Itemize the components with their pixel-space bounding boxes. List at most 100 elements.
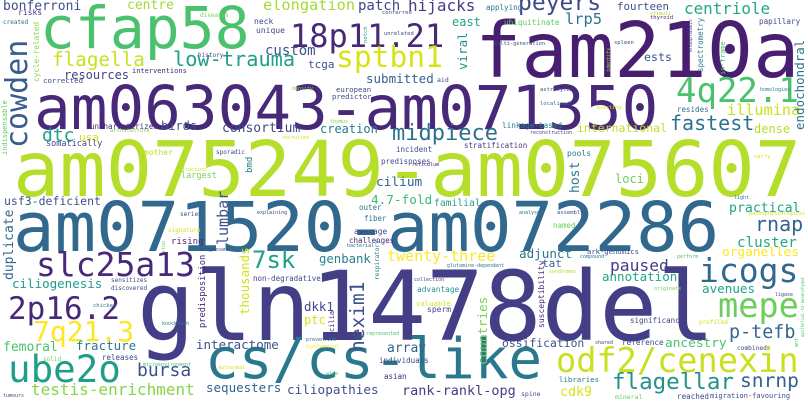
word: femoral — [3, 340, 58, 355]
word: fracture — [76, 338, 137, 354]
word: resides — [677, 104, 709, 114]
word: testis-enrichment — [31, 380, 195, 400]
word: named — [553, 220, 576, 230]
word: rnap — [755, 212, 804, 237]
word: density — [292, 85, 314, 92]
word: glutamine-dependent — [447, 262, 505, 269]
word: ptc — [304, 312, 326, 327]
word: collection — [414, 276, 445, 283]
word: unrelated — [384, 31, 414, 38]
word: pathophysiological — [749, 210, 806, 217]
word: individuals — [379, 355, 429, 365]
word: wnt — [794, 337, 800, 347]
word: ests — [644, 50, 672, 65]
word: rank-rankl-opg — [402, 382, 516, 399]
word: annotation — [602, 269, 678, 285]
word: preventive — [306, 336, 337, 343]
word: ossification — [502, 336, 585, 351]
word: combined — [737, 344, 767, 352]
word-cloud: am075249-am075607 am071520-am072286 gln147… — [0, 0, 808, 404]
word: in-frame — [719, 41, 727, 75]
word: bacterial — [347, 242, 375, 249]
word: spleen — [614, 40, 634, 47]
word: chicken — [93, 303, 117, 310]
word: asian — [384, 371, 407, 381]
word: bmd — [245, 156, 255, 173]
word: series — [180, 210, 202, 218]
word: neck — [254, 17, 274, 27]
word: tumours — [3, 392, 25, 399]
word: shared — [595, 339, 614, 346]
word: sensitizes — [111, 276, 148, 284]
word: recruited — [282, 134, 310, 141]
word: respiratory — [374, 240, 381, 280]
word: spectrometry — [696, 17, 705, 72]
word: interactome — [196, 337, 279, 353]
word: somatically — [46, 138, 103, 149]
word: autosomal — [218, 364, 246, 371]
word: aid — [437, 75, 449, 84]
word: reconstruction — [530, 129, 573, 136]
word: ligase — [775, 291, 794, 298]
word: predisposition — [198, 254, 208, 328]
word: familial — [434, 197, 481, 209]
word: originate — [654, 285, 682, 292]
word: custom — [265, 43, 316, 60]
word: compound — [580, 253, 605, 260]
word: avenues — [702, 281, 756, 297]
word: existing — [597, 104, 622, 111]
word: incident — [396, 144, 433, 154]
word: epithelial-to-mesenchymal — [800, 276, 805, 337]
word: lumbar — [214, 190, 232, 245]
word: susceptibility — [537, 260, 546, 328]
word: birds — [161, 118, 198, 133]
word: flagella — [52, 47, 145, 71]
word: rising — [171, 237, 204, 248]
word: carry — [754, 154, 771, 161]
word: libraries — [559, 374, 600, 384]
word: p-tefb — [729, 322, 796, 344]
word: corrected — [43, 75, 84, 85]
word: notch — [363, 26, 369, 43]
word: ciliopathies — [287, 382, 379, 398]
word: cilia — [328, 310, 336, 332]
word: hijacks — [408, 0, 476, 16]
word: consortium — [222, 121, 301, 136]
word: reached — [677, 391, 710, 401]
word: risks — [18, 8, 43, 18]
word: sequesters — [206, 380, 282, 396]
word: elongation — [263, 0, 356, 15]
word: stop — [161, 240, 167, 253]
word: thyroid — [650, 15, 674, 22]
word: tcga — [308, 57, 335, 71]
word: thousands — [237, 247, 252, 315]
word: reference — [622, 338, 664, 348]
word: knockdown — [162, 320, 190, 327]
word: homologies — [760, 86, 791, 93]
word: predictor — [332, 91, 372, 101]
word: syndromes — [549, 268, 577, 275]
word: signature — [168, 226, 201, 234]
word: cycle-related — [32, 21, 41, 82]
word: wide — [326, 370, 339, 377]
word: localized — [540, 101, 570, 108]
word: countries — [475, 296, 490, 365]
word: conferred — [382, 10, 412, 17]
word: indispensable — [1, 100, 9, 155]
word: unique — [256, 26, 285, 36]
word: loci — [615, 171, 644, 186]
word: endoplasmic — [688, 18, 694, 52]
word: host — [568, 161, 583, 193]
word: lrp5 — [565, 9, 603, 28]
word: illumina — [727, 101, 801, 120]
word: largest — [181, 170, 217, 181]
word: sperm — [427, 305, 452, 315]
word: fraction — [182, 166, 207, 173]
word: assembly — [557, 210, 584, 217]
word: profiled — [699, 318, 728, 326]
word: centriole — [684, 0, 771, 18]
word: international — [577, 121, 668, 136]
word: 7sk — [252, 245, 296, 274]
word: biochemical — [306, 343, 340, 350]
word: ciliogenesis — [12, 276, 103, 292]
